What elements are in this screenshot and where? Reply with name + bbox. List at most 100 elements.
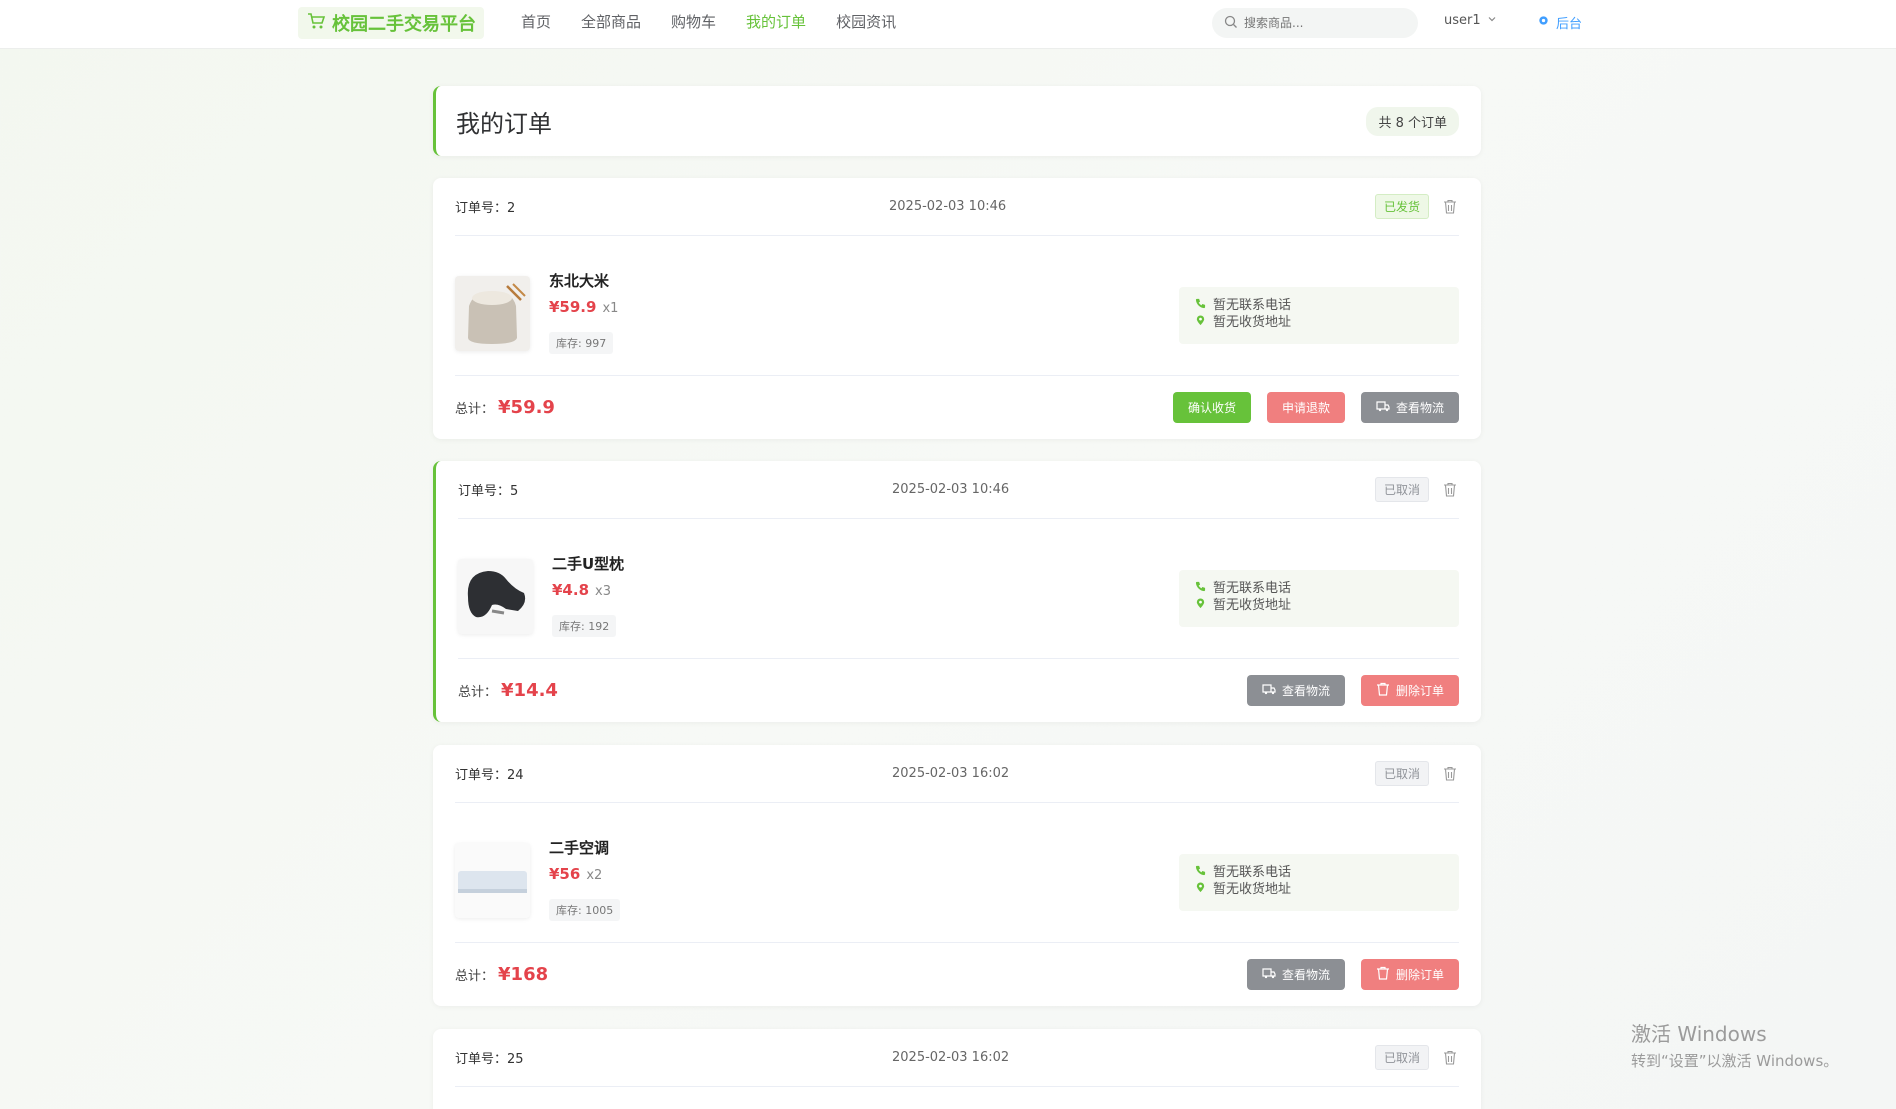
trash-icon[interactable]	[1443, 766, 1459, 782]
view-logistics-button[interactable]: 查看物流	[1360, 392, 1459, 423]
top-navbar: 校园二手交易平台 首页 全部商品 购物车 我的订单 校园资讯 user1 后台	[0, 0, 1896, 49]
order-header: 订单号：2 2025-02-03 10:46 已发货	[455, 178, 1459, 236]
order-card: 订单号：24 2025-02-03 16:02 已取消 二手空调 ¥56 x2 库…	[433, 745, 1481, 1006]
order-time: 2025-02-03 10:46	[889, 199, 1007, 214]
price-value: ¥4.8	[552, 581, 590, 599]
contact-info-box: 暂无联系电话 暂无收货地址	[1179, 854, 1459, 911]
order-count-badge: 共 8 个订单	[1366, 106, 1459, 136]
delete-order-label: 删除订单	[1395, 968, 1444, 982]
status-badge: 已发货	[1374, 194, 1429, 219]
order-number: 订单号：2	[455, 201, 516, 216]
product-name[interactable]: 东北大米	[549, 270, 609, 291]
order-number: 订单号：5	[458, 484, 519, 499]
location-icon	[1195, 314, 1206, 331]
product-name[interactable]: 二手U型枕	[552, 553, 624, 574]
contact-phone-line: 暂无联系电话	[1195, 297, 1443, 314]
phone-icon	[1195, 580, 1206, 597]
request-refund-button[interactable]: 申请退款	[1266, 392, 1345, 423]
delete-order-button[interactable]: 删除订单	[1360, 959, 1459, 990]
total-value: ¥14.4	[501, 680, 558, 701]
nav-item-home[interactable]: 首页	[506, 0, 566, 46]
nav-item-cart[interactable]: 购物车	[656, 0, 731, 46]
order-header: 订单号：5 2025-02-03 10:46 已取消	[458, 461, 1459, 519]
stock-tag: 库存: 1005	[549, 899, 621, 921]
contact-phone-line: 暂无联系电话	[1195, 864, 1443, 881]
order-footer: 总计： ¥168 查看物流 删除订单	[455, 943, 1459, 1006]
order-time: 2025-02-03 16:02	[892, 766, 1010, 781]
admin-link[interactable]: 后台	[1537, 13, 1582, 32]
order-card: 订单号：2 2025-02-03 10:46 已发货 东北大米 ¥59.9 x1	[433, 178, 1481, 439]
trash-icon[interactable]	[1443, 199, 1459, 215]
product-image[interactable]	[455, 276, 530, 351]
truck-icon	[1262, 966, 1276, 983]
product-image[interactable]	[458, 559, 533, 634]
location-icon	[1195, 597, 1206, 614]
gear-icon	[1537, 14, 1550, 31]
total-value: ¥168	[498, 964, 549, 985]
total-label: 总计：	[455, 402, 495, 417]
status-badge: 已取消	[1374, 1045, 1429, 1070]
product-price: ¥56 x2	[549, 865, 602, 883]
user-dropdown[interactable]: user1	[1444, 13, 1497, 28]
page-header: 我的订单 共 8 个订单	[433, 86, 1481, 156]
phone-icon	[1195, 297, 1206, 314]
truck-icon	[1376, 399, 1390, 416]
order-footer: 总计： ¥59.9 确认收货 申请退款 查看物流	[455, 376, 1459, 439]
view-logistics-button[interactable]: 查看物流	[1246, 675, 1345, 706]
product-price: ¥4.8 x3	[552, 581, 611, 599]
contact-phone: 暂无联系电话	[1213, 581, 1292, 596]
trash-icon	[1376, 682, 1390, 699]
order-number: 订单号：25	[455, 1052, 524, 1067]
delete-order-button[interactable]: 删除订单	[1360, 675, 1459, 706]
search-box[interactable]	[1212, 8, 1418, 38]
view-logistics-button[interactable]: 查看物流	[1246, 959, 1345, 990]
price-value: ¥56	[549, 865, 581, 883]
contact-info-box: 暂无联系电话 暂无收货地址	[1179, 570, 1459, 627]
order-footer: 总计： ¥14.4 查看物流 删除订单	[458, 659, 1459, 722]
order-card: 订单号：25 2025-02-03 16:02 已取消	[433, 1029, 1481, 1109]
search-input[interactable]	[1244, 16, 1404, 30]
nav-item-campus-news[interactable]: 校园资讯	[821, 0, 911, 46]
total-label: 总计：	[458, 685, 498, 700]
stock-tag: 库存: 997	[549, 332, 614, 354]
status-badge: 已取消	[1374, 477, 1429, 502]
contact-info-box: 暂无联系电话 暂无收货地址	[1179, 287, 1459, 344]
total-label: 总计：	[455, 969, 495, 984]
order-header: 订单号：25 2025-02-03 16:02 已取消	[455, 1029, 1459, 1087]
trash-icon	[1376, 966, 1390, 983]
contact-phone: 暂无联系电话	[1213, 865, 1292, 880]
search-icon	[1224, 14, 1238, 33]
nav-item-all-products[interactable]: 全部商品	[566, 0, 656, 46]
product-image[interactable]	[455, 843, 530, 918]
stock-tag: 库存: 192	[552, 615, 617, 637]
order-body: 二手空调 ¥56 x2 库存: 1005 暂无联系电话 暂无收货地址	[455, 803, 1459, 943]
contact-phone-line: 暂无联系电话	[1195, 580, 1443, 597]
product-quantity: x2	[586, 868, 603, 883]
contact-address-line: 暂无收货地址	[1195, 597, 1443, 614]
order-body: 二手U型枕 ¥4.8 x3 库存: 192 暂无联系电话 暂无收货地址	[458, 519, 1459, 659]
order-actions: 确认收货 申请退款 查看物流	[1172, 392, 1459, 423]
trash-icon[interactable]	[1443, 482, 1459, 498]
brand-logo[interactable]: 校园二手交易平台	[298, 7, 484, 39]
delete-order-label: 删除订单	[1395, 684, 1444, 698]
phone-icon	[1195, 864, 1206, 881]
nav-item-my-orders[interactable]: 我的订单	[731, 0, 821, 46]
order-card: 订单号：5 2025-02-03 10:46 已取消 二手U型枕 ¥4.8 x3 …	[433, 461, 1481, 722]
status-badge: 已取消	[1374, 761, 1429, 786]
order-number: 订单号：24	[455, 768, 524, 783]
product-name[interactable]: 二手空调	[549, 837, 609, 858]
product-quantity: x3	[595, 584, 611, 599]
contact-address-line: 暂无收货地址	[1195, 314, 1443, 331]
main-nav: 首页 全部商品 购物车 我的订单 校园资讯	[506, 0, 911, 46]
trash-icon[interactable]	[1443, 1050, 1459, 1066]
confirm-receipt-button[interactable]: 确认收货	[1172, 392, 1251, 423]
order-header: 订单号：24 2025-02-03 16:02 已取消	[455, 745, 1459, 803]
truck-icon	[1262, 682, 1276, 699]
admin-label: 后台	[1556, 17, 1583, 32]
chevron-down-icon	[1487, 13, 1497, 28]
contact-address-line: 暂无收货地址	[1195, 881, 1443, 898]
order-body: 东北大米 ¥59.9 x1 库存: 997 暂无联系电话 暂无收货地址	[455, 236, 1459, 376]
watermark-subtitle: 转到“设置”以激活 Windows。	[1631, 1052, 1839, 1070]
view-logistics-label: 查看物流	[1395, 401, 1444, 415]
page-title: 我的订单	[456, 109, 552, 138]
